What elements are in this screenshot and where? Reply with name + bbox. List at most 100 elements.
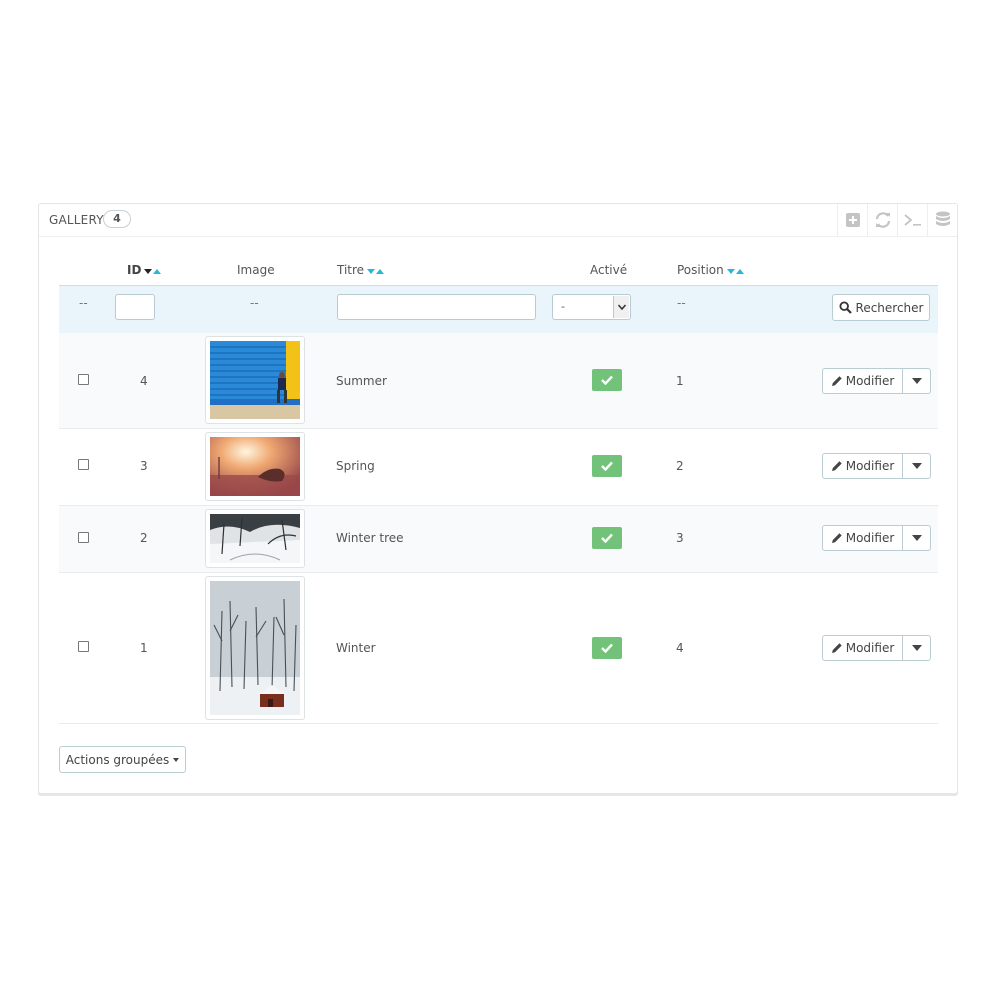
row-checkbox[interactable] bbox=[78, 641, 89, 652]
edit-button-group: Modifier bbox=[822, 525, 931, 551]
sql-query-button[interactable] bbox=[897, 204, 927, 236]
sort-asc-icon[interactable] bbox=[376, 268, 385, 274]
check-icon bbox=[601, 375, 613, 385]
edit-button[interactable]: Modifier bbox=[823, 454, 903, 478]
filter-row: -- -- - -- Rechercher bbox=[59, 285, 938, 334]
table-row: 4 Summer 1 Modifier bbox=[59, 333, 938, 429]
filter-active-value: - bbox=[561, 300, 565, 313]
row-id: 3 bbox=[140, 459, 148, 473]
chevron-down-icon bbox=[613, 296, 629, 318]
row-title: Winter tree bbox=[336, 531, 404, 545]
sort-asc-icon[interactable] bbox=[153, 268, 162, 274]
filter-title-input[interactable] bbox=[337, 294, 536, 320]
edit-button-label: Modifier bbox=[845, 459, 895, 473]
filter-position-placeholder: -- bbox=[677, 296, 686, 310]
row-actions-dropdown[interactable] bbox=[903, 636, 930, 660]
pencil-icon bbox=[831, 533, 842, 543]
add-icon bbox=[845, 213, 860, 227]
caret-down-icon bbox=[173, 757, 180, 762]
column-header-active: Activé bbox=[590, 263, 628, 277]
row-id: 4 bbox=[140, 374, 148, 388]
check-icon bbox=[601, 461, 613, 471]
column-label-id: ID bbox=[127, 263, 142, 277]
edit-button-label: Modifier bbox=[845, 374, 895, 388]
row-id: 2 bbox=[140, 531, 148, 545]
column-label-title: Titre bbox=[337, 263, 365, 277]
column-label-position: Position bbox=[677, 263, 724, 277]
status-toggle[interactable] bbox=[592, 527, 622, 549]
database-icon bbox=[935, 211, 950, 226]
check-icon bbox=[601, 643, 613, 653]
filter-image-placeholder: -- bbox=[250, 296, 259, 310]
winter-tree-photo-icon bbox=[210, 514, 300, 563]
edit-button-group: Modifier bbox=[822, 635, 931, 661]
winter-photo-icon bbox=[210, 581, 300, 715]
row-position: 2 bbox=[676, 459, 684, 473]
pencil-icon bbox=[831, 461, 842, 471]
sort-asc-icon[interactable] bbox=[735, 268, 744, 274]
bulk-actions-button[interactable]: Actions groupées bbox=[59, 746, 186, 773]
row-id: 1 bbox=[140, 641, 148, 655]
sort-controls-title bbox=[367, 264, 385, 278]
filter-active-select[interactable]: - bbox=[552, 294, 631, 320]
caret-down-icon bbox=[911, 535, 922, 541]
row-thumbnail bbox=[205, 432, 305, 501]
caret-down-icon bbox=[911, 378, 922, 384]
sort-desc-icon[interactable] bbox=[367, 268, 376, 274]
refresh-button[interactable] bbox=[867, 204, 897, 236]
column-header-position: Position bbox=[677, 263, 744, 278]
row-actions-dropdown[interactable] bbox=[903, 454, 930, 478]
column-header-id: ID bbox=[127, 263, 162, 278]
row-actions-dropdown[interactable] bbox=[903, 369, 930, 393]
edit-button[interactable]: Modifier bbox=[823, 636, 903, 660]
row-title: Summer bbox=[336, 374, 387, 388]
row-position: 3 bbox=[676, 531, 684, 545]
sort-desc-icon[interactable] bbox=[726, 268, 735, 274]
edit-button[interactable]: Modifier bbox=[823, 526, 903, 550]
row-thumbnail bbox=[205, 336, 305, 424]
sort-controls-position bbox=[726, 264, 744, 278]
refresh-icon bbox=[875, 212, 890, 228]
terminal-icon bbox=[903, 214, 921, 226]
export-button[interactable] bbox=[927, 204, 957, 236]
table-row: 2 Winter tree 3 Modifier bbox=[59, 506, 938, 573]
panel-toolbar bbox=[837, 204, 957, 236]
check-icon bbox=[601, 533, 613, 543]
gallery-panel: GALLERY 4 ID Image Titre Activé Position… bbox=[38, 203, 958, 794]
table-row: 1 Winter 4 Modifier bbox=[59, 573, 938, 724]
row-thumbnail bbox=[205, 509, 305, 568]
status-toggle[interactable] bbox=[592, 455, 622, 477]
status-toggle[interactable] bbox=[592, 369, 622, 391]
edit-button-label: Modifier bbox=[845, 531, 895, 545]
column-header-image: Image bbox=[237, 263, 275, 277]
spring-photo-icon bbox=[210, 437, 300, 496]
search-icon bbox=[839, 301, 852, 314]
status-toggle[interactable] bbox=[592, 637, 622, 659]
row-title: Spring bbox=[336, 459, 375, 473]
filter-id-input[interactable] bbox=[115, 294, 155, 320]
panel-title: GALLERY bbox=[49, 213, 104, 227]
row-checkbox[interactable] bbox=[78, 374, 89, 385]
sort-desc-icon[interactable] bbox=[144, 268, 153, 274]
add-button[interactable] bbox=[837, 204, 867, 236]
row-position: 1 bbox=[676, 374, 684, 388]
filter-bulk-placeholder: -- bbox=[79, 296, 88, 310]
edit-button-group: Modifier bbox=[822, 368, 931, 394]
pencil-icon bbox=[831, 376, 842, 386]
bulk-actions-label: Actions groupées bbox=[65, 752, 170, 767]
edit-button-group: Modifier bbox=[822, 453, 931, 479]
edit-button[interactable]: Modifier bbox=[823, 369, 903, 393]
row-position: 4 bbox=[676, 641, 684, 655]
caret-down-icon bbox=[911, 645, 922, 651]
search-button[interactable]: Rechercher bbox=[832, 294, 930, 321]
row-title: Winter bbox=[336, 641, 376, 655]
row-checkbox[interactable] bbox=[78, 459, 89, 470]
edit-button-label: Modifier bbox=[845, 641, 895, 655]
pencil-icon bbox=[831, 643, 842, 653]
row-checkbox[interactable] bbox=[78, 532, 89, 543]
row-actions-dropdown[interactable] bbox=[903, 526, 930, 550]
count-badge: 4 bbox=[103, 210, 131, 228]
summer-photo-icon bbox=[210, 341, 300, 419]
search-button-label: Rechercher bbox=[855, 300, 924, 315]
sort-controls-id bbox=[144, 264, 162, 278]
